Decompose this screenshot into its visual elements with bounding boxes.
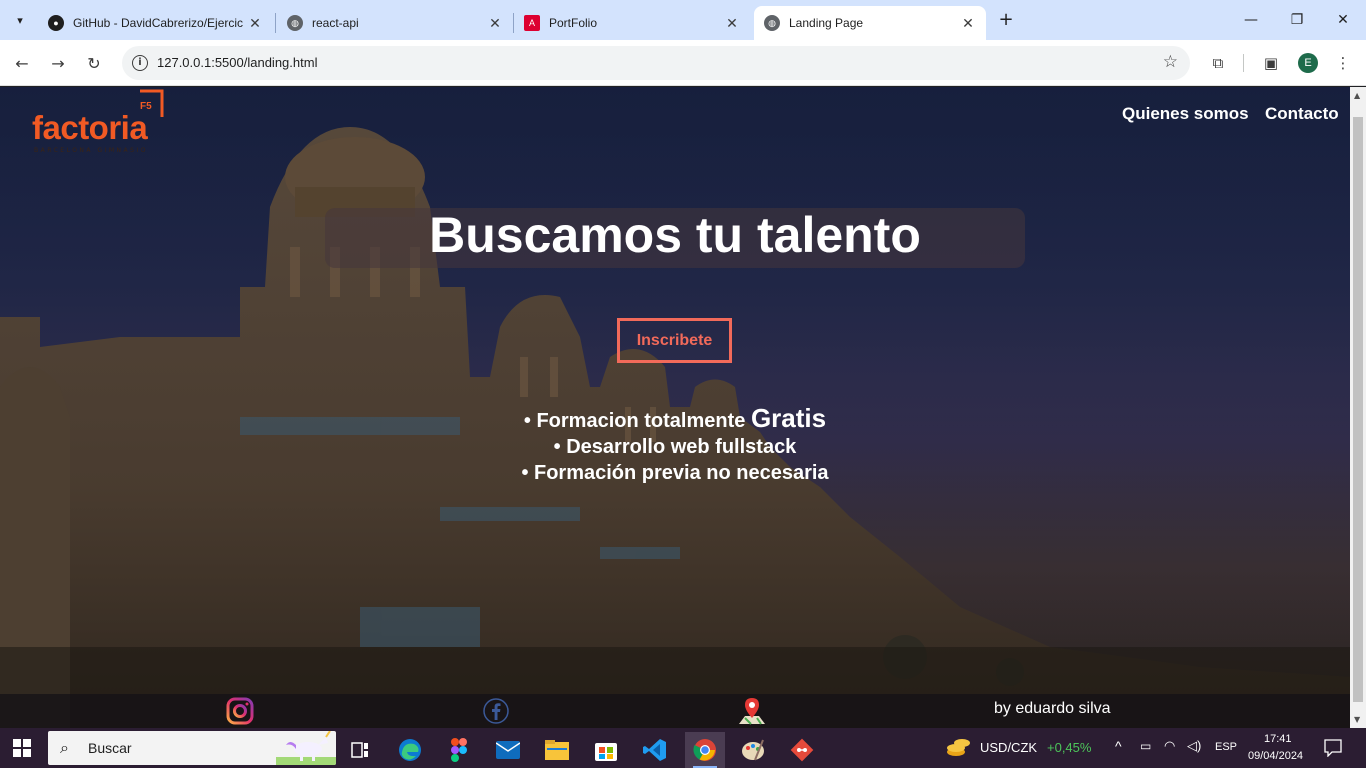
tab-title: GitHub - DavidCabrerizo/Ejercic [73,16,244,30]
clock-time[interactable]: 17:41 [1264,733,1292,745]
unicorn-illustration-icon [276,731,336,765]
benefits-list: • Formacion totalmente Gratis • Desarrol… [440,405,910,486]
language-indicator[interactable]: ESP [1215,741,1237,753]
tab-github[interactable]: ● GitHub - DavidCabrerizo/Ejercic ✕ [38,6,273,40]
close-icon[interactable]: ✕ [960,15,976,32]
benefit-text: • Formacion totalmente [523,410,751,432]
inscribete-button[interactable]: Inscribete [617,318,732,363]
map-pin-icon[interactable] [737,696,767,726]
globe-icon: ◍ [764,15,780,31]
scroll-thumb[interactable] [1353,117,1363,702]
git-icon[interactable] [782,732,822,768]
mail-icon[interactable] [488,732,528,768]
windows-taskbar: ⌕ Buscar USD/CZK +0,45% ^ ▭ ◠ ◁) ESP 17:… [0,728,1366,768]
hero-title: Buscamos tu talento [429,207,921,263]
extensions-icon[interactable]: ⧉ [1205,50,1231,76]
close-window-button[interactable]: ✕ [1320,0,1366,40]
tab-title: react-api [312,16,359,30]
tab-divider [275,13,276,33]
benefit-item: • Desarrollo web fullstack [553,436,797,458]
logo-tagline: BARCELONA GIMNASIO [34,147,148,154]
tab-strip: ▾ ● GitHub - DavidCabrerizo/Ejercic ✕ ◍ … [0,0,1366,40]
menu-kebab-icon[interactable]: ⋮ [1330,50,1356,76]
page-footer: by eduardo silva [0,694,1350,728]
close-icon[interactable]: ✕ [247,15,263,32]
edge-icon[interactable] [390,732,430,768]
tab-react-api[interactable]: ◍ react-api ✕ [277,6,513,40]
benefit-emphasis: Gratis [750,403,827,433]
ticker-symbol[interactable]: USD/CZK [980,740,1037,755]
logo-text: factoria [32,109,148,146]
profile-avatar[interactable]: E [1298,53,1318,73]
search-icon: ⌕ [60,738,69,757]
github-icon: ● [48,15,64,31]
instagram-icon[interactable] [225,696,255,726]
browser-toolbar: ← → ↻ i 127.0.0.1:5500/landing.html ☆ ⧉ … [0,40,1366,86]
task-view-icon[interactable] [340,732,380,768]
address-bar[interactable]: i 127.0.0.1:5500/landing.html ☆ [122,46,1190,80]
vertical-scrollbar[interactable]: ▲ ▼ [1350,87,1366,728]
wifi-icon[interactable]: ◠ [1164,738,1175,754]
tab-title: Landing Page [789,16,864,30]
nav-link-contacto[interactable]: Contacto [1265,104,1339,124]
footer-credit: by eduardo silva [994,700,1111,717]
vscode-icon[interactable] [635,732,675,768]
tab-search-button[interactable]: ▾ [8,8,32,32]
bookmark-star-icon[interactable]: ☆ [1163,52,1178,72]
close-icon[interactable]: ✕ [487,15,503,32]
page-viewport: F5 factoria BARCELONA GIMNASIO Quienes s… [0,87,1350,728]
volume-icon[interactable]: ◁) [1187,738,1201,754]
new-tab-button[interactable]: + [995,9,1017,31]
clock-date[interactable]: 09/04/2024 [1248,750,1303,762]
windows-start-icon[interactable] [13,739,31,757]
globe-icon: ◍ [287,15,303,31]
notification-icon[interactable] [1324,739,1342,757]
scroll-down-arrow-icon[interactable]: ▼ [1354,715,1360,724]
side-panel-icon[interactable]: ▣ [1258,50,1284,76]
taskbar-search-box[interactable]: ⌕ Buscar [48,731,336,765]
chevron-up-icon[interactable]: ^ [1115,738,1122,754]
file-explorer-icon[interactable] [537,732,577,768]
battery-icon[interactable]: ▭ [1140,739,1151,753]
forward-button[interactable]: → [45,50,71,76]
benefit-item: • Formacion totalmente Gratis [440,405,910,434]
back-button[interactable]: ← [9,50,35,76]
microsoft-store-icon[interactable] [586,732,626,768]
figma-icon[interactable] [439,732,479,768]
url-text[interactable]: 127.0.0.1:5500/landing.html [157,55,317,70]
minimize-button[interactable]: — [1228,0,1274,40]
benefit-item: • Formación previa no necesaria [521,462,829,484]
scroll-up-arrow-icon[interactable]: ▲ [1354,91,1360,100]
chrome-icon[interactable] [685,732,725,768]
ticker-change[interactable]: +0,45% [1047,740,1091,755]
facebook-icon[interactable] [481,696,511,726]
coins-icon[interactable] [946,736,972,760]
paint-icon[interactable] [733,732,773,768]
factoria-logo[interactable]: F5 factoria BARCELONA GIMNASIO [30,89,170,155]
restore-button[interactable]: ❐ [1274,0,1320,40]
tab-landing-page[interactable]: ◍ Landing Page ✕ [754,6,986,40]
angular-icon: A [524,15,540,31]
reload-button[interactable]: ↻ [81,50,107,76]
toolbar-divider [1243,54,1244,72]
tab-portfolio[interactable]: A PortFolio ✕ [514,6,750,40]
search-placeholder: Buscar [88,740,132,756]
nav-link-quienes-somos[interactable]: Quienes somos [1122,104,1249,124]
close-icon[interactable]: ✕ [724,15,740,32]
tab-title: PortFolio [549,16,598,30]
site-info-icon[interactable]: i [132,55,148,71]
